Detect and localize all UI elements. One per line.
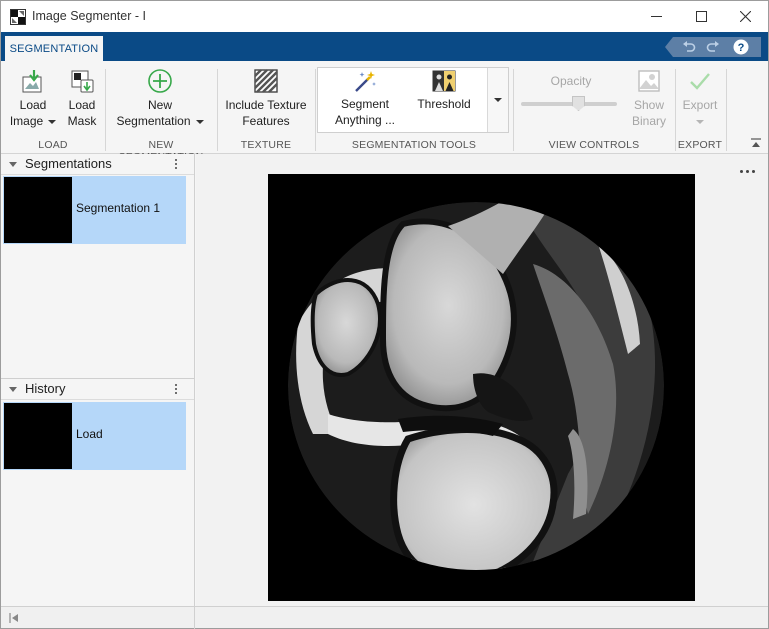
minimize-button[interactable] (633, 1, 679, 32)
redo-button[interactable] (702, 37, 724, 57)
opacity-slider-track[interactable] (521, 102, 617, 106)
group-label-texture: TEXTURE (240, 139, 292, 151)
threshold-button[interactable]: Threshold (409, 69, 479, 112)
history-item-label: Load (76, 427, 103, 441)
chevron-down-icon (195, 119, 204, 124)
chevron-down-icon (48, 119, 57, 124)
undo-icon (683, 41, 696, 52)
threshold-label: Threshold (417, 97, 471, 111)
load-mask-button[interactable]: Load Mask (61, 68, 103, 129)
ribbon-tab-strip: SEGMENTATION ? (1, 32, 768, 61)
segmentation-item-label: Segmentation 1 (76, 201, 161, 215)
left-panel: Segmentations Segmentation 1 History Loa… (1, 154, 195, 606)
export-check-icon (690, 73, 710, 90)
history-list-item[interactable]: Load (3, 402, 186, 470)
opacity-slider-thumb[interactable] (572, 96, 585, 111)
tab-segmentation[interactable]: SEGMENTATION (5, 36, 103, 61)
close-icon (739, 11, 751, 22)
load-image-label-1: Load (19, 98, 47, 112)
mri-knee-scan-graphic (268, 174, 695, 601)
show-binary-button[interactable]: Show Binary (625, 68, 673, 129)
group-label-export: EXPORT (677, 139, 723, 151)
image-segmenter-window: Image Segmenter - I SEGMENTATION ? Load … (0, 0, 769, 629)
status-divider (194, 607, 195, 629)
help-button[interactable]: ? (730, 37, 752, 57)
segment-anything-button[interactable]: Segment Anything ... (331, 69, 399, 128)
load-mask-icon (71, 70, 94, 93)
load-mask-label-2: Mask (67, 114, 97, 128)
maximize-button[interactable] (678, 1, 724, 32)
close-button[interactable] (722, 1, 768, 32)
segmentations-panel-title: Segmentations (25, 156, 112, 171)
collapse-left-icon[interactable] (9, 613, 19, 623)
segmentation-thumbnail (4, 177, 72, 243)
plus-circle-icon (148, 69, 172, 93)
minimize-icon (650, 16, 662, 17)
magic-wand-icon (355, 71, 376, 92)
texture-label-2: Features (242, 114, 290, 128)
undo-button[interactable] (678, 37, 700, 57)
texture-icon (254, 69, 278, 93)
include-texture-features-button[interactable]: Include Texture Features (221, 68, 311, 129)
ribbon-divider (726, 69, 727, 151)
image-canvas-area (196, 154, 768, 606)
new-segmentation-button[interactable]: New Segmentation (111, 68, 209, 129)
status-bar (1, 606, 768, 629)
panel-menu-icon[interactable] (173, 382, 179, 396)
chevron-down-icon (494, 98, 502, 102)
segment-anything-label-1: Segment (340, 97, 390, 111)
title-bar: Image Segmenter - I (1, 1, 768, 32)
collapse-ribbon-icon[interactable] (749, 137, 763, 151)
load-image-label-2: Image (9, 114, 44, 128)
help-icon: ? (733, 39, 749, 55)
show-binary-label-1: Show (633, 98, 665, 112)
load-image-icon (22, 70, 42, 93)
svg-text:?: ? (738, 42, 745, 54)
window-title: Image Segmenter - I (32, 9, 146, 23)
history-panel-header[interactable]: History (1, 379, 194, 400)
load-image-button[interactable]: Load Image (7, 68, 59, 129)
history-thumbnail (4, 403, 72, 469)
threshold-icon (432, 70, 456, 92)
collapse-triangle-icon[interactable] (9, 387, 17, 392)
export-label: Export (682, 98, 718, 112)
group-label-load: LOAD (38, 139, 68, 151)
texture-label-1: Include Texture (225, 98, 307, 112)
segment-anything-label-2: Anything ... (334, 113, 396, 127)
panel-menu-icon[interactable] (173, 157, 179, 171)
matlab-app-icon (10, 9, 26, 25)
maximize-icon (695, 11, 707, 22)
new-segmentation-label-2: Segmentation (116, 114, 191, 128)
segmentation-list-item[interactable]: Segmentation 1 (3, 176, 186, 244)
group-label-view-controls: VIEW CONTROLS (548, 139, 640, 151)
chevron-down-icon (696, 119, 704, 124)
export-button[interactable]: Export (679, 68, 721, 129)
more-options-icon[interactable] (740, 170, 755, 173)
history-panel-title: History (25, 381, 66, 396)
ribbon: Load Image Load Mask LOAD New Segmentati… (1, 61, 768, 163)
opacity-label: Opacity (550, 74, 592, 88)
show-binary-icon (638, 70, 660, 92)
gallery-expand-button[interactable] (487, 68, 508, 132)
redo-icon (706, 41, 719, 52)
new-segmentation-label-1: New (147, 98, 172, 112)
load-mask-label-1: Load (68, 98, 96, 112)
show-binary-label-2: Binary (631, 114, 666, 128)
segmentations-panel-header[interactable]: Segmentations (1, 154, 194, 175)
collapse-triangle-icon[interactable] (9, 162, 17, 167)
mri-knee-image[interactable] (268, 174, 695, 601)
group-label-segmentation-tools: SEGMENTATION TOOLS (351, 139, 477, 151)
